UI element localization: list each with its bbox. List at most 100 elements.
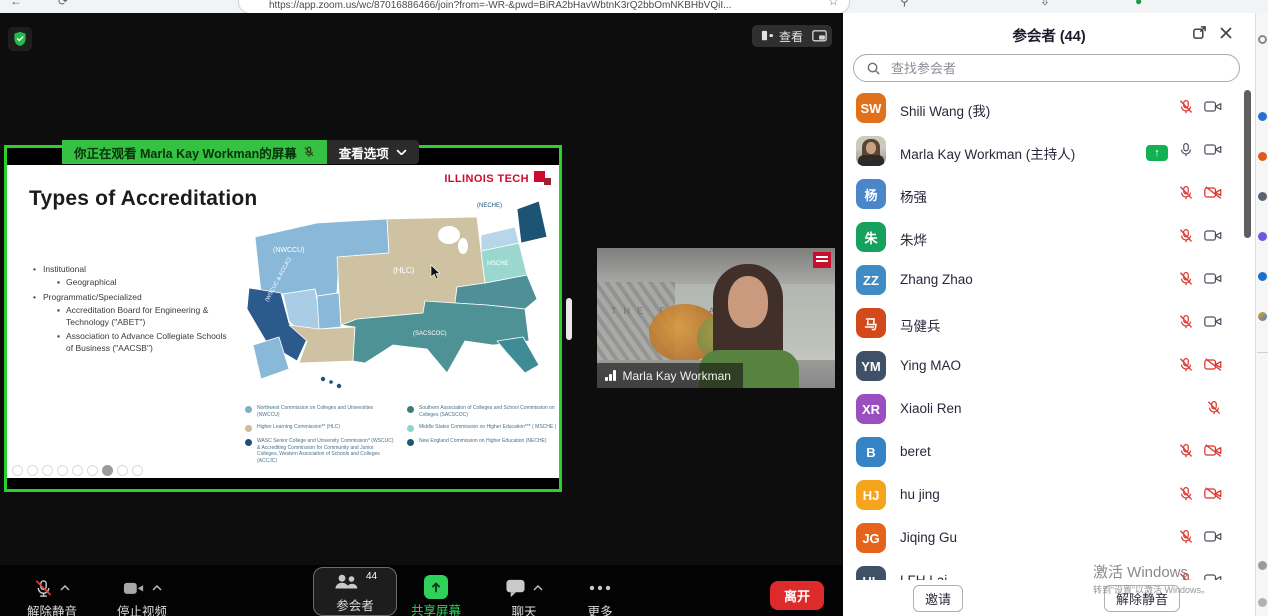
slide-bullet-list: •Institutional▪Geographical•Programmatic… <box>33 261 233 354</box>
sidebar-app-icon-1[interactable] <box>1258 112 1267 121</box>
legend-item: Southern Association of Colleges and Sch… <box>407 405 557 418</box>
sidebar-app-icon-4[interactable] <box>1258 232 1267 241</box>
map-region-florida <box>497 337 539 373</box>
sidebar-app-icon-2[interactable] <box>1258 152 1267 161</box>
video-options-chevron-icon[interactable] <box>152 585 162 591</box>
participant-row[interactable]: HJhu jing <box>843 474 1243 517</box>
mic-status-icon <box>1178 228 1194 249</box>
mic-options-chevron-icon[interactable] <box>60 585 70 591</box>
slideshow-control-icon[interactable] <box>42 465 53 476</box>
video-speaker-name: Marla Kay Workman <box>623 369 731 383</box>
mic-status-icon <box>1178 271 1194 292</box>
bullet-marker: ▪ <box>57 304 60 329</box>
legend-text: Higher Learning Commission** (HLC) <box>257 424 340 432</box>
slideshow-control-icon[interactable] <box>87 465 98 476</box>
security-shield-icon[interactable] <box>8 27 32 51</box>
illinois-tech-logo-text: ILLINOIS TECH <box>444 173 529 185</box>
browser-back-icon[interactable]: ← <box>10 0 22 8</box>
presenter-muted-mic-icon <box>303 146 315 158</box>
more-label: 更多 <box>587 601 612 616</box>
sidebar-app-icon-3[interactable] <box>1258 192 1267 201</box>
search-input[interactable] <box>889 60 1227 77</box>
slideshow-control-icon[interactable] <box>57 465 68 476</box>
participant-name: beret <box>900 444 931 459</box>
browser-downloads-icon[interactable]: ⇩ <box>1040 0 1050 8</box>
view-button[interactable]: 查看 <box>752 25 812 47</box>
close-panel-icon[interactable] <box>1219 26 1233 45</box>
browser-bookmark-icon[interactable]: ☆ <box>828 0 839 8</box>
sidebar-tool-icon[interactable] <box>1258 598 1267 607</box>
participants-button[interactable]: 44 参会者 <box>313 567 397 616</box>
participant-row[interactable]: XRXiaoli Ren <box>843 388 1243 431</box>
participant-row[interactable]: YMYing MAO <box>843 345 1243 388</box>
chat-icon <box>505 578 526 598</box>
slideshow-control-icon[interactable] <box>27 465 38 476</box>
slideshow-control-icon[interactable] <box>132 465 143 476</box>
page-url: https://app.zoom.us/wc/87016886466/join?… <box>269 0 731 11</box>
participant-avatar: B <box>856 437 886 467</box>
audio-level-icon <box>605 370 616 381</box>
view-options-button[interactable]: 查看选项 <box>327 140 419 164</box>
participant-name: Marla Kay Workman (主持人) <box>900 143 1075 163</box>
sidebar-app-icon-5[interactable] <box>1258 272 1267 281</box>
map-region-neche <box>517 201 547 243</box>
meeting-toolbar: 解除静音 停止视频 44 参会者 共享屏幕 <box>0 565 843 616</box>
sidebar-copilot-icon[interactable] <box>1258 35 1267 44</box>
participant-row[interactable]: 杨杨强 <box>843 173 1243 216</box>
leave-meeting-button[interactable]: 离开 <box>770 581 824 610</box>
browser-address-bar[interactable]: https://app.zoom.us/wc/87016886466/join?… <box>238 0 850 13</box>
participant-row[interactable]: SWShili Wang (我) <box>843 87 1243 130</box>
slide-title: Types of Accreditation <box>29 187 257 211</box>
browser-profile-badge-icon[interactable]: ● <box>1135 0 1142 8</box>
legend-text: New England Commission on Higher Educati… <box>419 438 547 446</box>
stop-video-label: 停止视频 <box>117 601 167 616</box>
participants-scrollbar[interactable] <box>1244 90 1251 238</box>
legend-dot <box>245 406 252 413</box>
panel-resize-handle[interactable] <box>566 298 572 340</box>
mic-status-icon <box>1178 314 1194 335</box>
slide-bullet: •Programmatic/Specialized <box>33 291 233 303</box>
participant-status-icons <box>1178 357 1222 378</box>
speaker-video-thumbnail[interactable]: THE ED KAPLAN Marla Kay Workman <box>597 248 835 388</box>
sidebar-divider <box>1257 352 1268 353</box>
slideshow-control-icon[interactable] <box>102 465 113 476</box>
participant-row[interactable]: Bberet <box>843 431 1243 474</box>
invite-button[interactable]: 邀请 <box>913 585 963 612</box>
participant-avatar: 朱 <box>856 222 886 252</box>
chat-options-chevron-icon[interactable] <box>533 585 543 591</box>
participant-row[interactable]: JGJiqing Gu <box>843 517 1243 560</box>
mic-status-icon <box>1178 529 1194 550</box>
participant-avatar: YM <box>856 351 886 381</box>
slideshow-control-icon[interactable] <box>12 465 23 476</box>
bullet-text: Programmatic/Specialized <box>43 291 142 303</box>
more-button[interactable]: 更多 <box>568 576 632 616</box>
participant-row[interactable]: 马马健兵 <box>843 302 1243 345</box>
participant-row[interactable]: ZZZhang Zhao <box>843 259 1243 302</box>
unmute-button[interactable]: 解除静音 <box>14 576 90 616</box>
picture-in-picture-button[interactable] <box>806 25 832 47</box>
participant-row[interactable]: Marla Kay Workman (主持人)↑ <box>843 130 1243 173</box>
camera-status-icon <box>1204 487 1222 505</box>
us-accreditation-map: (NWCCU) (HLC) (SACSCOC) MSCHE (NECHE) (W… <box>225 193 559 401</box>
legend-item: New England Commission on Higher Educati… <box>407 438 557 446</box>
popout-panel-icon[interactable] <box>1192 25 1207 45</box>
chat-button[interactable]: 聊天 <box>492 576 556 616</box>
participant-row[interactable]: 朱朱烨 <box>843 216 1243 259</box>
share-screen-button[interactable]: 共享屏幕 <box>406 575 466 616</box>
slideshow-control-icon[interactable] <box>117 465 128 476</box>
mic-status-icon <box>1178 142 1194 163</box>
sidebar-app-icon-6[interactable] <box>1258 312 1267 321</box>
watching-screen-banner: 你正在观看 Marla Kay Workman的屏幕 <box>62 140 327 164</box>
slideshow-control-icon[interactable] <box>72 465 83 476</box>
stop-video-button[interactable]: 停止视频 <box>104 576 180 616</box>
view-button-label: 查看 <box>779 28 803 45</box>
participant-search-box[interactable] <box>853 54 1240 82</box>
participant-status-icons <box>1178 529 1222 550</box>
footer-unmute-button[interactable]: 解除静音 <box>1104 585 1180 612</box>
browser-reload-icon[interactable]: ⟳ <box>58 0 68 8</box>
share-screen-label: 共享屏幕 <box>411 600 461 616</box>
slide-bullet: ▪Association to Advance Collegiate Schoo… <box>57 330 233 355</box>
browser-extension-icon[interactable]: ⚲ <box>900 0 909 8</box>
mic-status-icon <box>1178 357 1194 378</box>
sidebar-settings-icon[interactable] <box>1258 561 1267 570</box>
